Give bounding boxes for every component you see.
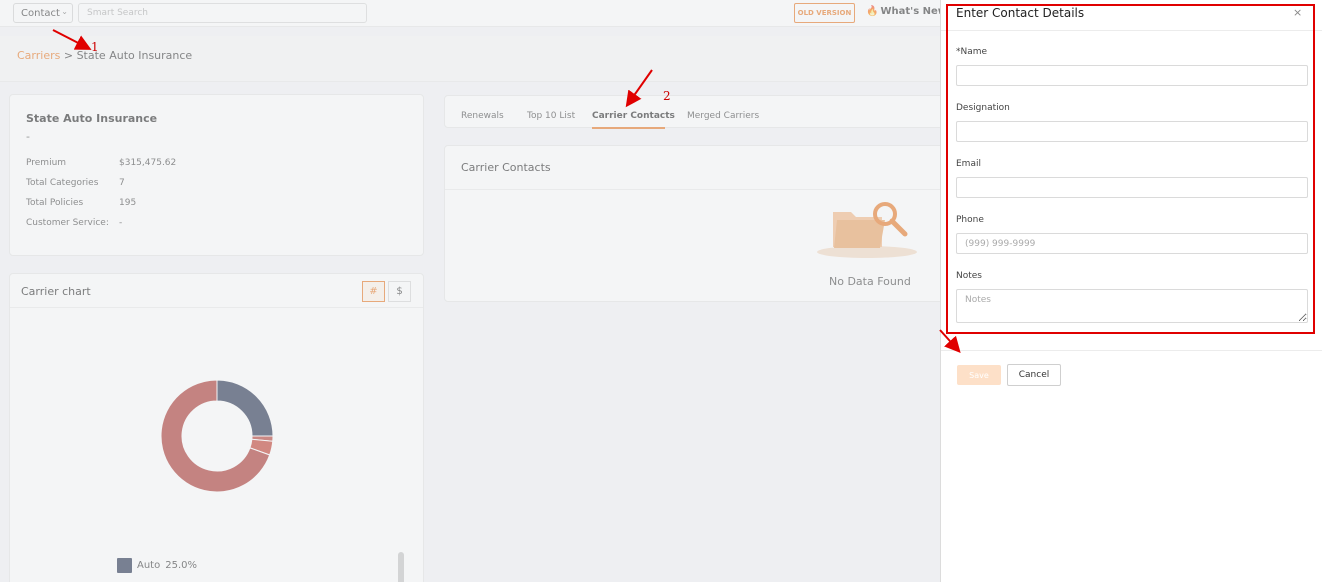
annotation-2: 2 — [663, 89, 671, 103]
contact-details-drawer: Enter Contact Details × *Name Designatio… — [940, 0, 1322, 582]
cancel-button[interactable]: Cancel — [1007, 364, 1061, 386]
annotation-highlight-box — [946, 4, 1315, 334]
drawer-footer-divider — [941, 350, 1322, 351]
annotation-1: 1 — [91, 40, 99, 54]
save-button[interactable]: Save — [957, 365, 1001, 385]
background-overlay[interactable] — [0, 0, 940, 582]
